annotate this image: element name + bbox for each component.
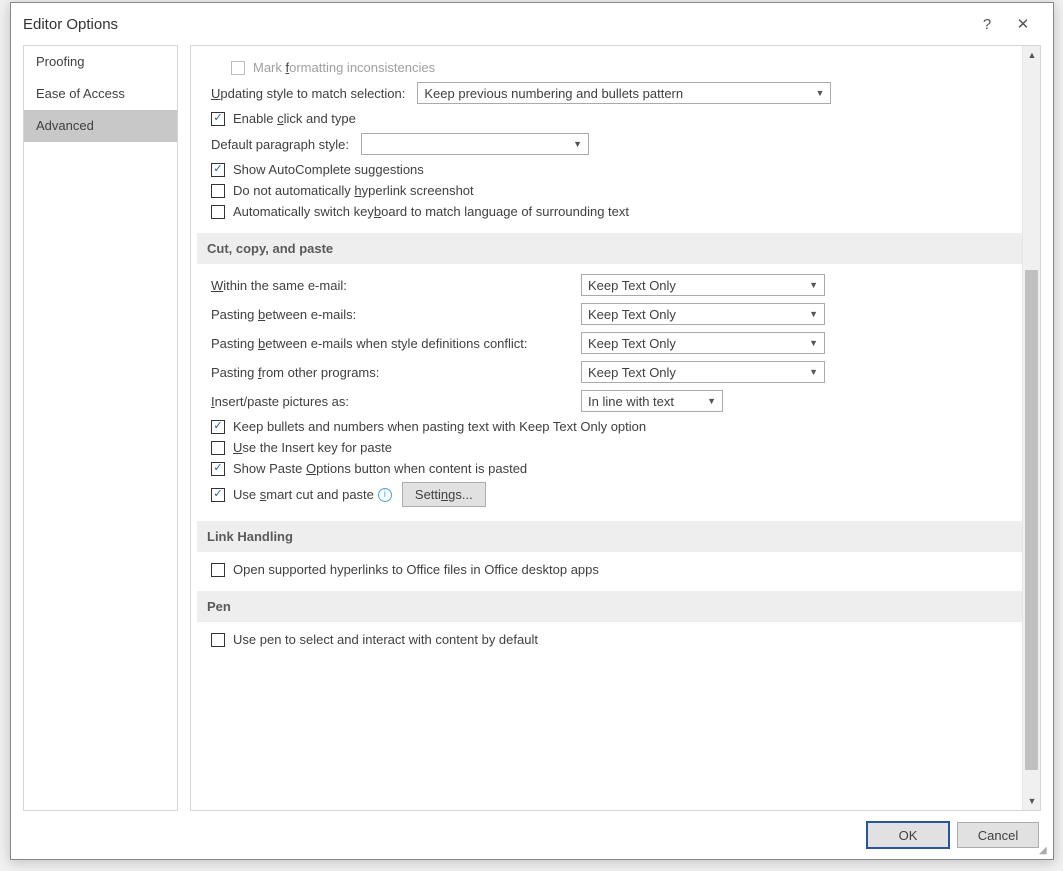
label-enable-click-type: Enable click and type — [233, 111, 356, 126]
scroll-down-arrow[interactable]: ▼ — [1023, 792, 1041, 810]
option-smart-cut-paste: ✓ Use smart cut and paste i Settings... — [211, 482, 1022, 507]
option-auto-keyboard: Automatically switch keyboard to match l… — [211, 204, 1022, 219]
help-button[interactable]: ? — [969, 8, 1005, 40]
option-enable-click-type: ✓ Enable click and type — [211, 111, 1022, 126]
label-style-conflict: Pasting between e-mails when style defin… — [211, 336, 581, 351]
dialog-footer: OK Cancel — [11, 811, 1053, 859]
checkbox-auto-keyboard[interactable] — [211, 205, 225, 219]
option-no-hyperlink: Do not automatically hyperlink screensho… — [211, 183, 1022, 198]
label-mark-formatting: Mark formatting inconsistencies — [253, 60, 435, 75]
combo-within-email-value: Keep Text Only — [588, 278, 676, 293]
chevron-down-icon: ▼ — [809, 338, 818, 348]
option-autocomplete: ✓ Show AutoComplete suggestions — [211, 162, 1022, 177]
advanced-options-content: Mark formatting inconsistencies Updating… — [191, 46, 1022, 810]
combo-other-programs-value: Keep Text Only — [588, 365, 676, 380]
label-open-office-links: Open supported hyperlinks to Office file… — [233, 562, 599, 577]
option-keep-bullets: ✓ Keep bullets and numbers when pasting … — [211, 419, 1022, 434]
checkbox-keep-bullets[interactable]: ✓ — [211, 420, 225, 434]
titlebar: Editor Options ? ✕ — [11, 3, 1053, 45]
checkbox-open-office-links[interactable] — [211, 563, 225, 577]
combo-default-paragraph[interactable]: ▼ — [361, 133, 589, 155]
chevron-down-icon: ▼ — [707, 396, 716, 406]
checkbox-autocomplete[interactable]: ✓ — [211, 163, 225, 177]
combo-updating-style-value: Keep previous numbering and bullets patt… — [424, 86, 683, 101]
row-default-paragraph-style: Default paragraph style: ▼ — [211, 133, 1022, 155]
label-insert-key: Use the Insert key for paste — [233, 440, 392, 455]
checkbox-smart-cut-paste[interactable]: ✓ — [211, 488, 225, 502]
row-between-emails: Pasting between e-mails: Keep Text Only … — [211, 303, 1022, 325]
label-insert-pictures: Insert/paste pictures as: — [211, 394, 581, 409]
chevron-down-icon: ▼ — [809, 280, 818, 290]
section-link-handling: Link Handling — [197, 521, 1022, 552]
combo-insert-pictures-value: In line with text — [588, 394, 674, 409]
checkbox-paste-options[interactable]: ✓ — [211, 462, 225, 476]
dialog-title: Editor Options — [23, 16, 969, 33]
option-insert-key: Use the Insert key for paste — [211, 440, 1022, 455]
chevron-down-icon: ▼ — [809, 309, 818, 319]
combo-within-email[interactable]: Keep Text Only ▼ — [581, 274, 825, 296]
cancel-button[interactable]: Cancel — [957, 822, 1039, 848]
label-use-pen: Use pen to select and interact with cont… — [233, 632, 538, 647]
scroll-up-arrow[interactable]: ▲ — [1023, 46, 1041, 64]
option-open-office-links: Open supported hyperlinks to Office file… — [211, 562, 1022, 577]
sidebar-item-ease-of-access[interactable]: Ease of Access — [24, 78, 177, 110]
label-paste-options: Show Paste Options button when content i… — [233, 461, 527, 476]
sidebar: Proofing Ease of Access Advanced — [23, 45, 178, 811]
checkbox-no-hyperlink[interactable] — [211, 184, 225, 198]
label-autocomplete: Show AutoComplete suggestions — [233, 162, 424, 177]
label-other-programs: Pasting from other programs: — [211, 365, 581, 380]
option-mark-formatting: Mark formatting inconsistencies — [231, 60, 1022, 75]
row-insert-pictures: Insert/paste pictures as: In line with t… — [211, 390, 1022, 412]
row-other-programs: Pasting from other programs: Keep Text O… — [211, 361, 1022, 383]
combo-between-emails-value: Keep Text Only — [588, 307, 676, 322]
chevron-down-icon: ▼ — [815, 88, 824, 98]
checkbox-insert-key[interactable] — [211, 441, 225, 455]
label-keep-bullets: Keep bullets and numbers when pasting te… — [233, 419, 646, 434]
scroll-thumb[interactable] — [1025, 270, 1038, 770]
section-pen: Pen — [197, 591, 1022, 622]
combo-style-conflict[interactable]: Keep Text Only ▼ — [581, 332, 825, 354]
checkbox-use-pen[interactable] — [211, 633, 225, 647]
sidebar-item-proofing[interactable]: Proofing — [24, 46, 177, 78]
label-auto-keyboard: Automatically switch keyboard to match l… — [233, 204, 629, 219]
section-cut-copy-paste: Cut, copy, and paste — [197, 233, 1022, 264]
ok-button[interactable]: OK — [867, 822, 949, 848]
label-smart-cut-paste: Use smart cut and paste — [233, 487, 374, 502]
combo-between-emails[interactable]: Keep Text Only ▼ — [581, 303, 825, 325]
combo-style-conflict-value: Keep Text Only — [588, 336, 676, 351]
label-between-emails: Pasting between e-mails: — [211, 307, 581, 322]
label-default-paragraph: Default paragraph style: — [211, 137, 349, 152]
settings-button[interactable]: Settings... — [402, 482, 486, 507]
row-within-email: Within the same e-mail: Keep Text Only ▼ — [211, 274, 1022, 296]
vertical-scrollbar[interactable]: ▲ ▼ — [1022, 46, 1040, 810]
dialog-body: Proofing Ease of Access Advanced Mark fo… — [11, 45, 1053, 811]
combo-updating-style[interactable]: Keep previous numbering and bullets patt… — [417, 82, 831, 104]
resize-grip[interactable]: ◢ — [1039, 845, 1051, 857]
checkbox-mark-formatting — [231, 61, 245, 75]
close-button[interactable]: ✕ — [1005, 8, 1041, 40]
row-style-conflict: Pasting between e-mails when style defin… — [211, 332, 1022, 354]
checkbox-enable-click-type[interactable]: ✓ — [211, 112, 225, 126]
combo-other-programs[interactable]: Keep Text Only ▼ — [581, 361, 825, 383]
chevron-down-icon: ▼ — [573, 139, 582, 149]
option-paste-options: ✓ Show Paste Options button when content… — [211, 461, 1022, 476]
info-icon[interactable]: i — [378, 488, 392, 502]
sidebar-item-advanced[interactable]: Advanced — [24, 110, 177, 142]
label-no-hyperlink: Do not automatically hyperlink screensho… — [233, 183, 474, 198]
label-within-email: Within the same e-mail: — [211, 278, 581, 293]
option-use-pen: Use pen to select and interact with cont… — [211, 632, 1022, 647]
content-pane: Mark formatting inconsistencies Updating… — [190, 45, 1041, 811]
row-updating-style: Updating style to match selection: Keep … — [211, 82, 1022, 104]
editor-options-dialog: Editor Options ? ✕ Proofing Ease of Acce… — [10, 2, 1054, 860]
label-updating-style: Updating style to match selection: — [211, 86, 405, 101]
chevron-down-icon: ▼ — [809, 367, 818, 377]
combo-insert-pictures[interactable]: In line with text ▼ — [581, 390, 723, 412]
